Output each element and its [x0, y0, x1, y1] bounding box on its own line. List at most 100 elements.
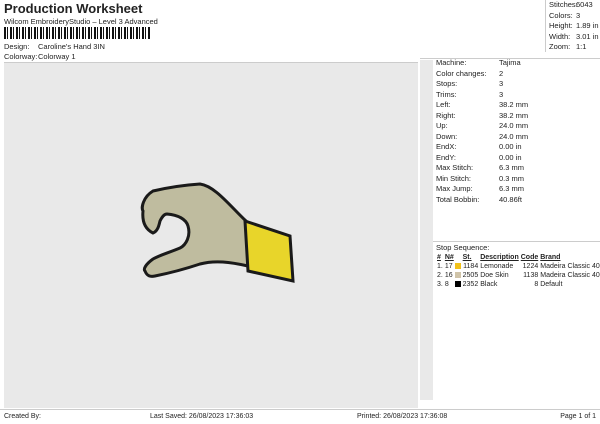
page-number: Page 1 of 1 [560, 413, 596, 420]
info-value: 6.3 mm [499, 184, 525, 193]
info-label: EndX: [436, 142, 457, 151]
table-row: 2. 16 2505 Doe Skin 1138 Madeira Classic 40 [436, 271, 600, 280]
info-value: 3 [576, 10, 581, 20]
info-value: 24.0 mm [499, 121, 529, 130]
colorway-name: Colorway 1 [38, 52, 76, 61]
info-row: Min Stitch: 0.3 mm [436, 174, 528, 185]
design-preview [4, 62, 418, 408]
info-value: Tajima [499, 58, 521, 67]
info-label: Max Jump: [436, 184, 473, 193]
color-code: 8 [534, 281, 539, 288]
thread-brand: Madeira Classic 40 [540, 263, 600, 270]
info-value: 0.00 in [499, 152, 522, 162]
info-label: Stops: [436, 79, 458, 88]
info-value: 24.0 mm [499, 131, 529, 141]
machine-info: Machine: Tajima Color changes: 2 Stops: 3 Trim… [436, 58, 528, 205]
info-row: Max Jump: 6.3 mm [436, 184, 528, 195]
info-value: 40.86ft [499, 194, 522, 204]
info-label: Colors: [549, 10, 573, 20]
column-header: Brand [540, 254, 561, 261]
info-value: 6.3 mm [499, 163, 525, 172]
stitch-count: 2352 [462, 281, 479, 288]
info-row: Left: 38.2 mm [436, 100, 528, 111]
colorway-label: Colorway: [4, 52, 38, 61]
info-label: Up: [436, 121, 448, 130]
last-saved: Last Saved: 26/08/2023 17:36:03 [150, 413, 254, 420]
needle-number: 8 [444, 281, 449, 288]
needle-number: 16 [444, 272, 453, 279]
info-label: Min Stitch: [436, 173, 472, 183]
footer: Created By: Last Saved: 26/08/2023 17:36… [0, 409, 600, 423]
thread-brand: Madeira Classic 40 [540, 272, 600, 279]
color-swatch [454, 263, 461, 270]
info-row: Down: 24.0 mm [436, 132, 528, 143]
page-title: Production Worksheet [4, 1, 143, 16]
info-label: Trims: [436, 89, 457, 99]
column-header: N# [444, 254, 454, 261]
info-label: Width: [549, 31, 571, 41]
info-value: 3 [499, 79, 504, 88]
color-swatch [454, 281, 461, 288]
row-index: 1. [437, 263, 443, 270]
info-row: Right: 38.2 mm [436, 111, 528, 122]
row-index: 3. [437, 281, 443, 288]
info-row: Width: 3.01 in [549, 32, 600, 43]
color-code: 1138 [523, 272, 539, 279]
created-by: Created By: [4, 413, 41, 420]
info-value: 0.00 in [499, 142, 522, 151]
cuff-shape [243, 218, 295, 283]
info-label: Right: [436, 110, 456, 120]
info-label: Total Bobbin: [436, 194, 480, 204]
color-description: Lemonade [480, 263, 514, 270]
table-row: 3. 8 2352 Black 8 Default [436, 280, 600, 289]
info-row: Machine: Tajima [436, 58, 528, 69]
info-row: EndX: 0.00 in [436, 142, 528, 153]
info-label: Down: [436, 131, 458, 141]
info-value: 38.2 mm [499, 100, 529, 109]
info-value: 2 [499, 68, 504, 78]
table-row: 1. 17 1184 Lemonade 1224 Madeira Classic 40 [436, 262, 600, 271]
software-name: Wilcom EmbroideryStudio – Level 3 Advanc… [4, 17, 158, 26]
column-header: St. [462, 254, 472, 261]
thread-brand: Default [540, 281, 563, 288]
info-row: Stops: 3 [436, 79, 528, 90]
stitch-count: 2505 [462, 272, 479, 279]
column-header: Code [520, 254, 539, 261]
info-row: Height: 1.89 in [549, 21, 600, 32]
info-label: Height: [549, 21, 573, 30]
info-value: 6043 [576, 0, 593, 9]
stop-sequence: Stop Sequence: # N# St. Description Code Bran… [433, 241, 600, 289]
stitch-count: 1184 [463, 263, 479, 270]
stop-sequence-table: # N# St. Description Code Brand 1. 17 1184 Lemona… [436, 253, 600, 289]
info-label: Zoom: [549, 42, 571, 51]
info-label: Max Stitch: [436, 163, 474, 172]
info-label: Left: [436, 100, 451, 109]
hand-embroidery-image [140, 182, 295, 283]
stats-box: Stitches: 6043 Colors: 3 Height: 1.89 in Width… [545, 0, 600, 52]
info-label: Color changes: [436, 68, 487, 78]
info-value: 3.01 in [576, 31, 599, 41]
info-label: EndY: [436, 152, 457, 162]
printed-date: Printed: 26/08/2023 17:36:08 [357, 413, 448, 420]
info-value: 1.89 in [576, 21, 599, 30]
info-row: Stitches: 6043 [549, 0, 600, 11]
stop-sequence-title: Stop Sequence: [436, 243, 490, 252]
info-label: Machine: [436, 58, 467, 67]
color-description: Black [480, 281, 498, 288]
info-row: EndY: 0.00 in [436, 153, 528, 164]
barcode [4, 27, 150, 39]
hand-shape [140, 182, 250, 278]
info-value: 3 [499, 89, 504, 99]
color-description: Doe Skin [480, 272, 509, 279]
info-label: Stitches: [549, 0, 578, 9]
row-index: 2. [437, 272, 443, 279]
info-row: Trims: 3 [436, 90, 528, 101]
info-row: Up: 24.0 mm [436, 121, 528, 132]
info-value: 38.2 mm [499, 110, 529, 120]
info-row: Max Stitch: 6.3 mm [436, 163, 528, 174]
info-value: 0.3 mm [499, 173, 525, 183]
info-row: Colors: 3 [549, 11, 600, 22]
info-row: Color changes: 2 [436, 69, 528, 80]
column-header: # [437, 254, 441, 261]
info-row: Total Bobbin: 40.86ft [436, 195, 528, 206]
